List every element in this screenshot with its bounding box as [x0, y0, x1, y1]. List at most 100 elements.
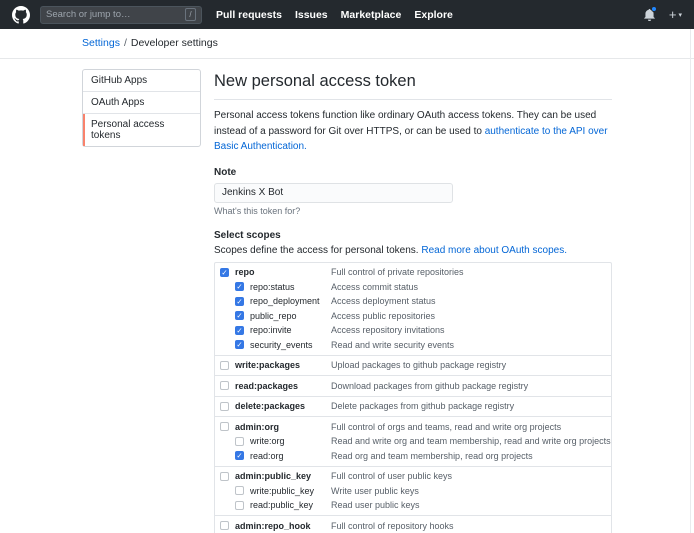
- scope-row-admin:repo_hook: admin:repo_hook Full control of repositor…: [215, 519, 611, 533]
- global-header: / Pull requestsIssuesMarketplaceExplore …: [0, 0, 694, 29]
- scope-description: Upload packages to github package regist…: [331, 360, 506, 370]
- nav-item-pull-requests[interactable]: Pull requests: [216, 9, 282, 21]
- chevron-down-icon: ▾: [678, 11, 682, 19]
- unchecked-checkbox-delete:packages[interactable]: [220, 402, 229, 411]
- scope-group: admin:public_key Full control of user pub…: [215, 466, 611, 516]
- sidebar-item-github-apps[interactable]: GitHub Apps: [83, 70, 200, 92]
- unchecked-checkbox-write:org[interactable]: [235, 437, 244, 446]
- page-title: New personal access token: [214, 69, 612, 100]
- scope-name: security_events: [250, 340, 313, 350]
- scope-name: delete:packages: [235, 401, 305, 411]
- nav-item-marketplace[interactable]: Marketplace: [341, 9, 402, 21]
- scope-name: read:packages: [235, 381, 298, 391]
- scope-group: admin:orgFull control of orgs and teams,…: [215, 416, 611, 466]
- scope-name: repo: [235, 267, 255, 277]
- checked-checkbox-repo:invite[interactable]: ✓: [235, 326, 244, 335]
- github-logo-icon[interactable]: [12, 6, 30, 24]
- scope-name: repo_deployment: [250, 296, 320, 306]
- notification-dot: [651, 6, 657, 12]
- unchecked-checkbox-admin:public_key[interactable]: [220, 472, 229, 481]
- scope-description: Access repository invitations: [331, 325, 445, 335]
- scope-name: repo:invite: [250, 325, 292, 335]
- unchecked-checkbox-admin:org[interactable]: [220, 422, 229, 431]
- note-input[interactable]: [214, 183, 453, 203]
- checked-checkbox-repo:status[interactable]: ✓: [235, 282, 244, 291]
- main-panel: New personal access token Personal acces…: [214, 69, 612, 533]
- scope-name: write:org: [250, 436, 285, 446]
- scope-row-admin:org: admin:orgFull control of orgs and teams,…: [215, 420, 611, 435]
- checked-checkbox-read:org[interactable]: ✓: [235, 451, 244, 460]
- scope-row-repo:invite: ✓ repo:invite Access repository invitation…: [215, 323, 611, 338]
- scope-row-repo: ✓ repo Full control of private repositorie…: [215, 265, 611, 280]
- scope-group: admin:repo_hook Full control of repositor…: [215, 515, 611, 533]
- scope-description: Full control of user public keys: [331, 471, 452, 481]
- breadcrumb-separator: /: [124, 37, 127, 49]
- scope-name: admin:repo_hook: [235, 521, 311, 531]
- scope-description: Read user public keys: [331, 500, 420, 510]
- scope-row-read:packages: read:packages Download packages from gith…: [215, 379, 611, 394]
- breadcrumb-current: Developer settings: [131, 37, 218, 49]
- scope-row-admin:public_key: admin:public_key Full control of user pub…: [215, 469, 611, 484]
- scope-description: Full control of orgs and teams, read and…: [331, 422, 561, 432]
- search-input[interactable]: [46, 9, 185, 20]
- scopes-description: Scopes define the access for personal to…: [214, 245, 612, 256]
- scope-name: read:public_key: [250, 500, 313, 510]
- slash-key-hint: /: [185, 8, 196, 21]
- sidebar-item-personal-access-tokens[interactable]: Personal access tokens: [83, 114, 200, 146]
- scope-description: Download packages from github package re…: [331, 381, 528, 391]
- checked-checkbox-security_events[interactable]: ✓: [235, 340, 244, 349]
- scope-name: read:org: [250, 451, 284, 461]
- unchecked-checkbox-read:public_key[interactable]: [235, 501, 244, 510]
- scope-description: Access deployment status: [331, 296, 436, 306]
- unchecked-checkbox-admin:repo_hook[interactable]: [220, 521, 229, 530]
- nav-item-issues[interactable]: Issues: [295, 9, 328, 21]
- scope-row-security_events: ✓ security_events Read and write security …: [215, 338, 611, 353]
- scope-name: write:packages: [235, 360, 300, 370]
- search-box: /: [40, 6, 202, 24]
- scope-description: Access public repositories: [331, 311, 435, 321]
- scope-group: read:packages Download packages from gith…: [215, 375, 611, 396]
- nav-item-explore[interactable]: Explore: [414, 9, 453, 21]
- scope-row-write:public_key: write:public_keyWrite user public keys: [215, 484, 611, 499]
- scope-name: public_repo: [250, 311, 297, 321]
- scope-description: Read and write security events: [331, 340, 454, 350]
- checked-checkbox-repo_deployment[interactable]: ✓: [235, 297, 244, 306]
- create-new-button[interactable]: + ▾: [669, 8, 682, 21]
- scopes-description-text: Scopes define the access for personal to…: [214, 245, 421, 256]
- notifications-button[interactable]: [643, 8, 656, 21]
- unchecked-checkbox-write:public_key[interactable]: [235, 486, 244, 495]
- scope-row-write:packages: write:packages Upload packages to github …: [215, 358, 611, 373]
- oauth-scopes-link[interactable]: Read more about OAuth scopes.: [421, 245, 567, 256]
- unchecked-checkbox-write:packages[interactable]: [220, 361, 229, 370]
- checked-checkbox-public_repo[interactable]: ✓: [235, 311, 244, 320]
- scope-group: ✓ repo Full control of private repositorie…: [215, 263, 611, 355]
- scope-row-read:public_key: read:public_key Read user public keys: [215, 498, 611, 513]
- unchecked-checkbox-read:packages[interactable]: [220, 381, 229, 390]
- scope-row-repo_deployment: ✓ repo_deployment Access deployment status: [215, 294, 611, 309]
- scope-description: Full control of repository hooks: [331, 521, 454, 531]
- scopes-table: ✓ repo Full control of private repositorie…: [214, 262, 612, 533]
- header-nav: Pull requests Issues Marketplace Explore: [216, 9, 466, 21]
- scope-name: write:public_key: [250, 486, 314, 496]
- scope-row-delete:packages: delete:packages Delete packages from gith…: [215, 399, 611, 414]
- page-right-edge: [690, 29, 691, 533]
- scope-name: repo:status: [250, 282, 295, 292]
- scope-description: Read and write org and team membership, …: [331, 436, 611, 446]
- scope-description: Delete packages from github package regi…: [331, 401, 514, 411]
- note-label: Note: [214, 167, 612, 178]
- scope-row-read:org: ✓read:orgRead org and team membership, r…: [215, 449, 611, 464]
- scope-row-write:org: write:org Read and write org and team mem…: [215, 434, 611, 449]
- scope-group: delete:packages Delete packages from gith…: [215, 396, 611, 417]
- scope-name: admin:public_key: [235, 471, 311, 481]
- scope-description: Access commit status: [331, 282, 418, 292]
- content-area: GitHub AppsOAuth AppsPersonal access tok…: [0, 59, 694, 533]
- scope-row-public_repo: ✓ public_repo Access public repositories: [215, 309, 611, 324]
- scope-description: Full control of private repositories: [331, 267, 464, 277]
- sidebar-item-oauth-apps[interactable]: OAuth Apps: [83, 92, 200, 114]
- breadcrumb: Settings / Developer settings: [0, 29, 694, 59]
- checked-checkbox-repo[interactable]: ✓: [220, 268, 229, 277]
- breadcrumb-settings-link[interactable]: Settings: [82, 37, 120, 49]
- note-help-text: What's this token for?: [214, 206, 612, 216]
- scope-group: write:packages Upload packages to github …: [215, 355, 611, 376]
- developer-settings-sidebar: GitHub AppsOAuth AppsPersonal access tok…: [82, 69, 201, 147]
